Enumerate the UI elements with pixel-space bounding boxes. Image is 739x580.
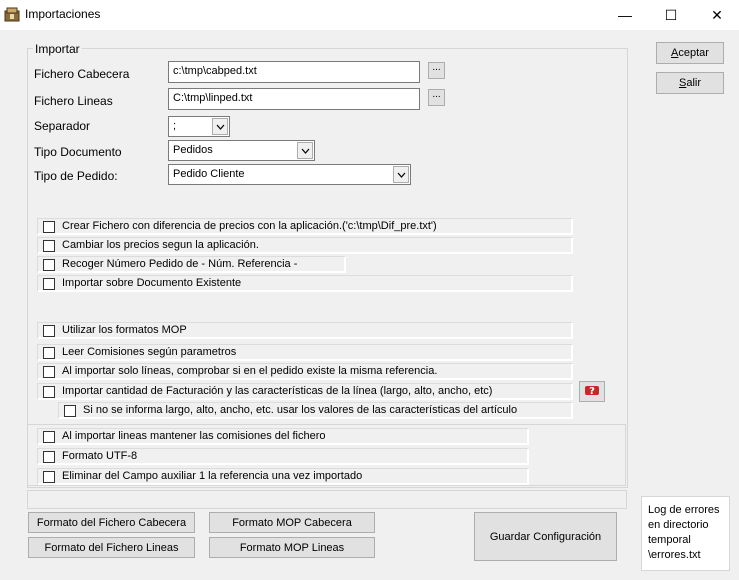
option-label: Utilizar los formatos MOP	[62, 324, 187, 336]
option-leer-comisiones[interactable]: Leer Comisiones según parametros	[37, 344, 573, 361]
help-question-icon: ?	[584, 383, 600, 400]
log-line: en directorio	[648, 519, 709, 531]
cabecera-label: Fichero Cabecera	[34, 67, 130, 81]
option-label: Recoger Número Pedido de - Núm. Referenc…	[62, 258, 298, 270]
help-question-button[interactable]: ?	[579, 381, 605, 402]
salir-label: alir	[686, 77, 701, 89]
option-eliminar-auxiliar[interactable]: Eliminar del Campo auxiliar 1 la referen…	[37, 468, 529, 485]
option-mantener-comisiones[interactable]: Al importar lineas mantener las comision…	[37, 428, 529, 445]
lineas-browse-button[interactable]: ...	[428, 89, 445, 106]
tipo-documento-value: Pedidos	[173, 144, 213, 156]
mop-cabecera-button[interactable]: Formato MOP Cabecera	[209, 512, 375, 533]
option-label: Formato UTF-8	[62, 450, 138, 462]
option-label: Crear Fichero con diferencia de precios …	[62, 220, 437, 232]
aceptar-label: ceptar	[678, 47, 709, 59]
tipo-documento-label: Tipo Documento	[34, 145, 122, 159]
guardar-configuracion-button[interactable]: Guardar Configuración	[474, 512, 617, 561]
minimize-button[interactable]: —	[602, 0, 648, 30]
option-formatos-mop[interactable]: Utilizar los formatos MOP	[37, 322, 573, 339]
option-label: Si no se informa largo, alto, ancho, etc…	[83, 404, 518, 416]
lineas-input[interactable]: C:\tmp\linped.txt	[168, 88, 420, 110]
option-cantidad-facturacion[interactable]: Importar cantidad de Facturación y las c…	[37, 383, 573, 400]
chevron-down-icon[interactable]	[393, 166, 409, 183]
checkbox[interactable]	[43, 278, 55, 290]
option-crear-fichero[interactable]: Crear Fichero con diferencia de precios …	[37, 218, 573, 235]
aceptar-mnemonic: A	[671, 47, 679, 59]
svg-text:?: ?	[589, 386, 595, 397]
progress-bar	[27, 490, 627, 509]
option-label: Cambiar los precios segun la aplicación.	[62, 239, 259, 251]
separador-select[interactable]: ;	[168, 116, 230, 137]
checkbox[interactable]	[64, 405, 76, 417]
formato-lineas-button[interactable]: Formato del Fichero Lineas	[28, 537, 195, 558]
checkbox[interactable]	[43, 347, 55, 359]
option-utf8[interactable]: Formato UTF-8	[37, 448, 529, 465]
import-app-icon	[4, 6, 20, 22]
option-cambiar-precios[interactable]: Cambiar los precios segun la aplicación.	[37, 237, 573, 254]
checkbox[interactable]	[43, 431, 55, 443]
close-button[interactable]: ✕	[694, 0, 739, 30]
cabecera-input[interactable]: c:\tmp\cabped.txt	[168, 61, 420, 83]
option-label: Leer Comisiones según parametros	[62, 346, 237, 358]
tipo-pedido-value: Pedido Cliente	[173, 168, 245, 180]
option-solo-lineas[interactable]: Al importar solo líneas, comprobar si en…	[37, 363, 573, 380]
separador-value: ;	[173, 120, 177, 132]
window-title: Importaciones	[25, 7, 101, 21]
checkbox[interactable]	[43, 240, 55, 252]
tipo-pedido-select[interactable]: Pedido Cliente	[168, 164, 411, 185]
import-group-legend: Importar	[33, 42, 82, 56]
log-line: Log de errores	[648, 504, 720, 516]
option-valores-caracteristicas[interactable]: Si no se informa largo, alto, ancho, etc…	[58, 402, 573, 419]
log-line: \errores.txt	[648, 549, 701, 561]
option-recoger-numero[interactable]: Recoger Número Pedido de - Núm. Referenc…	[37, 256, 346, 273]
mop-lineas-button[interactable]: Formato MOP Lineas	[209, 537, 375, 558]
checkbox[interactable]	[43, 451, 55, 463]
option-label: Al importar solo líneas, comprobar si en…	[62, 365, 438, 377]
cabecera-browse-button[interactable]: ...	[428, 62, 445, 79]
formato-cabecera-button[interactable]: Formato del Fichero Cabecera	[28, 512, 195, 533]
option-importar-existente[interactable]: Importar sobre Documento Existente	[37, 275, 573, 292]
log-info: Log de errores en directorio temporal \e…	[641, 496, 730, 571]
option-label: Importar sobre Documento Existente	[62, 277, 242, 289]
option-label: Eliminar del Campo auxiliar 1 la referen…	[62, 470, 363, 482]
option-label: Al importar lineas mantener las comision…	[62, 430, 326, 442]
lineas-label: Fichero Lineas	[34, 94, 113, 108]
aceptar-button[interactable]: Aceptar	[656, 42, 724, 64]
salir-mnemonic: S	[678, 77, 687, 89]
salir-button[interactable]: Salir	[656, 72, 724, 94]
checkbox[interactable]	[43, 259, 55, 271]
checkbox[interactable]	[43, 325, 55, 337]
chevron-down-icon[interactable]	[297, 142, 313, 159]
checkbox[interactable]	[43, 386, 55, 398]
tipo-documento-select[interactable]: Pedidos	[168, 140, 315, 161]
checkbox[interactable]	[43, 471, 55, 483]
maximize-button[interactable]: ☐	[648, 0, 694, 30]
checkbox[interactable]	[43, 366, 55, 378]
tipo-pedido-label: Tipo de Pedido:	[34, 169, 118, 183]
chevron-down-icon[interactable]	[212, 118, 228, 135]
log-line: temporal	[648, 534, 691, 546]
option-label: Importar cantidad de Facturación y las c…	[62, 385, 493, 397]
checkbox[interactable]	[43, 221, 55, 233]
separador-label: Separador	[34, 119, 91, 133]
